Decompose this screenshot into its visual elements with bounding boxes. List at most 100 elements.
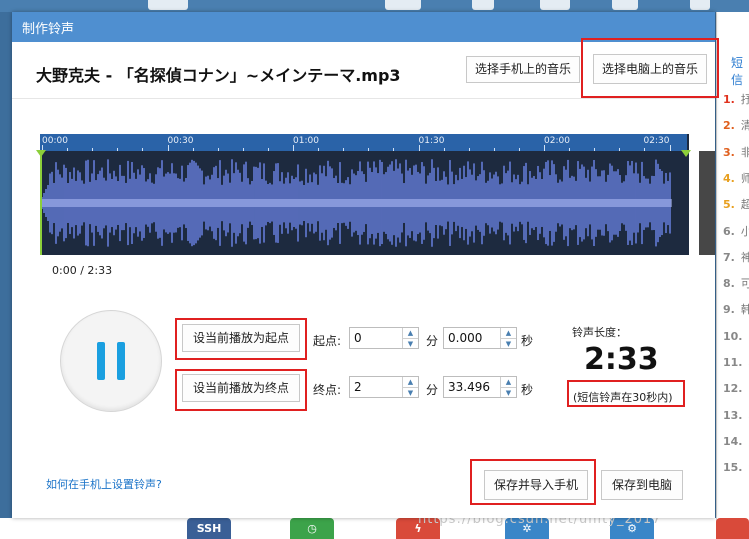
ruler-tick	[518, 148, 520, 151]
background-list-item: 11.小	[723, 356, 749, 369]
background-list-item: 2. 清	[723, 119, 749, 133]
ruler-tick	[318, 148, 320, 151]
background-list-item: 5. 超	[723, 198, 749, 212]
pause-button[interactable]	[60, 310, 162, 412]
select-phone-music-button[interactable]: 选择手机上的音乐	[466, 56, 580, 83]
ruler-tick	[544, 145, 545, 151]
ruler-tick	[267, 148, 269, 151]
background-toolbar-icon	[540, 0, 570, 10]
decrement-icon[interactable]: ▼	[500, 338, 516, 348]
ruler-tick	[493, 148, 495, 151]
background-list-item: 6. 小	[723, 224, 749, 238]
background-list-item: 12.可	[723, 382, 749, 396]
increment-icon[interactable]: ▲	[500, 328, 516, 338]
background-toolbar-icon	[690, 0, 710, 10]
ruler-tick	[594, 148, 596, 151]
end-minutes-unit: 分	[426, 383, 439, 397]
ruler-tick	[242, 148, 244, 151]
background-ssh-tile: SSH	[187, 518, 231, 539]
start-seconds-stepper[interactable]: 0.000 ▲ ▼	[443, 327, 517, 349]
background-list-item: 7. 神	[723, 250, 749, 264]
start-label: 起点:	[313, 334, 342, 348]
start-minutes-value: 0	[354, 331, 362, 345]
decrement-icon[interactable]: ▼	[402, 338, 418, 348]
background-tile	[716, 518, 749, 539]
background-ringtone-list: 短信 1.抒 2.清 3.非 4.师 5.超 6.小 7.神 8.可 9.韩 10.唯 11.小 12…	[716, 12, 749, 539]
background-list-item: 13.小	[723, 408, 749, 422]
end-seconds-stepper[interactable]: 33.496 ▲ ▼	[443, 376, 517, 398]
background-toolbar-icon	[148, 0, 188, 10]
background-toolbar-icon	[612, 0, 638, 10]
dialog-title: 制作铃声	[22, 22, 75, 37]
decrement-icon[interactable]: ▼	[500, 387, 516, 397]
divider	[12, 98, 715, 99]
background-toolbar-icon	[472, 0, 494, 10]
ruler-tick	[619, 148, 621, 151]
background-list-item: 4. 师	[723, 171, 749, 185]
increment-icon[interactable]: ▲	[402, 377, 418, 387]
start-minutes-stepper[interactable]: 0 ▲ ▼	[349, 327, 419, 349]
start-seconds-unit: 秒	[521, 334, 534, 348]
ruler-tick	[418, 145, 420, 151]
ruler-tick	[92, 148, 94, 151]
end-seconds-value: 33.496	[448, 380, 490, 394]
ringtone-length-value: 2:33	[584, 342, 659, 377]
ruler-tick-label: 02:00	[544, 136, 570, 146]
background-list-item: 8. 可	[723, 277, 749, 291]
ruler-tick	[192, 148, 194, 151]
ringtone-length-label: 铃声长度：	[572, 326, 627, 339]
pause-icon	[97, 342, 105, 380]
ruler-tick-label: 02:30	[643, 136, 670, 146]
background-list-item: 1. 抒	[723, 93, 749, 106]
ruler-tick-label: 01:30	[418, 136, 445, 146]
audio-waveform	[42, 159, 672, 247]
ruler-tick	[368, 148, 370, 151]
pause-icon	[117, 342, 125, 380]
end-label: 终点:	[313, 383, 342, 397]
increment-icon[interactable]: ▲	[500, 377, 516, 387]
ruler-tick	[142, 148, 144, 151]
ruler-tick	[343, 148, 345, 151]
ruler-tick	[217, 148, 219, 151]
increment-icon[interactable]: ▲	[402, 328, 418, 338]
highlight-frame	[581, 38, 719, 98]
start-minutes-unit: 分	[426, 334, 439, 348]
background-list-item: 3. 非	[723, 145, 749, 159]
ruler-tick-label: 00:00	[42, 136, 68, 146]
end-seconds-unit: 秒	[521, 383, 534, 397]
end-minutes-value: 2	[354, 380, 362, 394]
background-list-header: 短信	[731, 56, 744, 87]
ruler-tick-label: 00:30	[167, 136, 194, 146]
playback-position: 0:00 / 2:33	[52, 264, 113, 277]
background-clock-tile: ◷	[290, 518, 334, 539]
ruler-tick	[393, 148, 395, 151]
background-list-item: 15.梦	[723, 461, 749, 475]
waveform-view[interactable]	[40, 134, 715, 255]
highlight-frame	[470, 459, 596, 505]
background-list-item: 10.唯	[723, 329, 749, 343]
background-list-item: 9. 韩	[723, 303, 749, 317]
background-list-item: 14.双	[723, 434, 749, 448]
ruler-tick	[293, 145, 294, 151]
highlight-frame	[175, 318, 307, 360]
start-seconds-value: 0.000	[448, 331, 483, 345]
end-marker-icon[interactable]	[681, 150, 691, 157]
ruler-tick	[117, 148, 119, 151]
save-to-pc-button[interactable]: 保存到电脑	[601, 470, 683, 500]
time-ruler: 00:00 00:30 01:00 01:30 02:00 02:30	[40, 134, 687, 151]
ruler-tick	[569, 148, 571, 151]
ruler-tick	[443, 148, 445, 151]
ringtone-help-link[interactable]: 如何在手机上设置铃声?	[46, 476, 162, 492]
end-minutes-stepper[interactable]: 2 ▲ ▼	[349, 376, 419, 398]
start-marker-icon[interactable]	[36, 150, 46, 157]
decrement-icon[interactable]: ▼	[402, 387, 418, 397]
song-filename: 大野克夫 - 「名探偵コナン」~メインテーマ.mp3	[36, 66, 401, 85]
background-toolbar-icon	[385, 0, 421, 10]
ruler-tick	[669, 145, 671, 151]
ruler-tick	[67, 148, 69, 151]
ringtone-maker-dialog: 制作铃声 大野克夫 - 「名探偵コナン」~メインテーマ.mp3 选择手机上的音乐…	[12, 12, 719, 518]
ruler-tick	[644, 148, 646, 151]
highlight-frame	[175, 369, 307, 411]
waveform-tail	[699, 151, 715, 255]
ruler-tick	[167, 145, 169, 151]
